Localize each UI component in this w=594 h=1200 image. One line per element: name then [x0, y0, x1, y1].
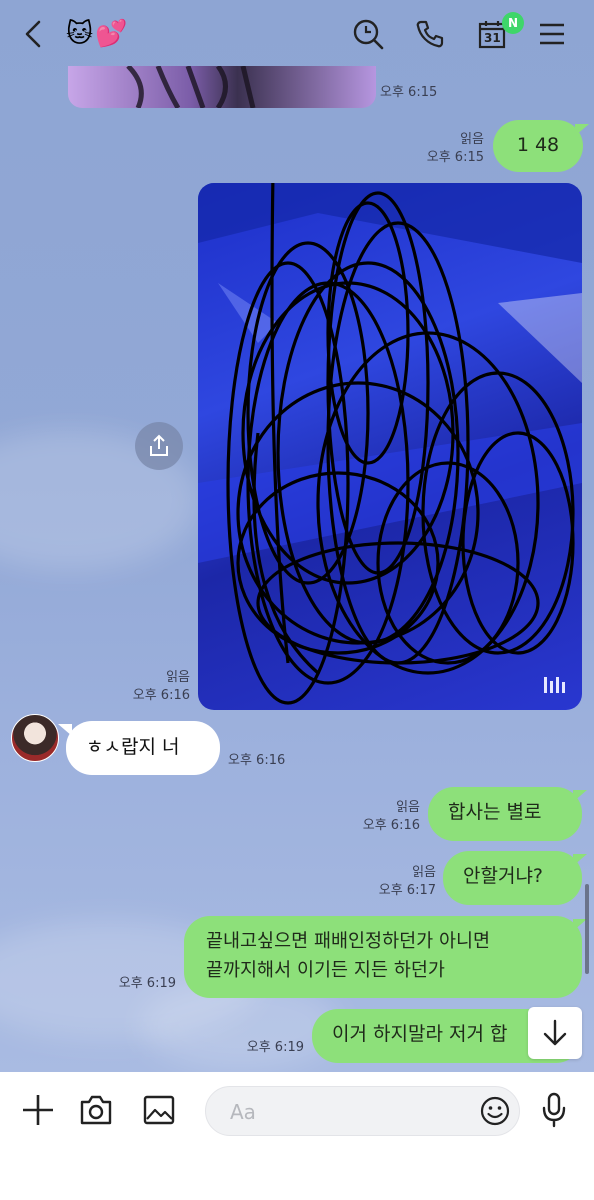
message-bubble[interactable]: ㅎㅅ랍지 너 — [66, 721, 220, 775]
share-icon — [150, 434, 168, 456]
emoji-icon — [480, 1096, 510, 1126]
read-receipt: 읽음 — [412, 865, 436, 880]
message-time: 오후 6:15 — [380, 85, 438, 100]
photo-message[interactable] — [68, 66, 376, 108]
search-button[interactable] — [348, 14, 388, 54]
message-bubble[interactable]: 합사는 별로 — [428, 787, 582, 841]
message-bubble[interactable]: 1 48 — [493, 120, 583, 172]
plus-button[interactable] — [18, 1090, 58, 1130]
back-button[interactable] — [14, 14, 54, 54]
chevron-left-icon — [25, 20, 41, 48]
scrollbar[interactable] — [585, 884, 589, 974]
read-receipt: 읽음 — [166, 670, 190, 685]
message-input-box[interactable] — [205, 1086, 520, 1136]
menu-button[interactable] — [532, 14, 572, 54]
message-time: 오후 6:19 — [246, 1040, 304, 1055]
phone-icon — [416, 20, 444, 48]
plus-icon — [23, 1095, 53, 1125]
arrow-down-icon — [543, 1019, 567, 1046]
emoji-button[interactable] — [479, 1095, 511, 1127]
read-receipt: 읽음 — [396, 800, 420, 815]
camera-icon — [80, 1095, 112, 1125]
avatar[interactable] — [11, 714, 59, 762]
calendar-day: 31 — [484, 31, 501, 45]
menu-icon — [540, 23, 564, 45]
video-bars-icon — [544, 677, 565, 693]
image-icon — [143, 1095, 175, 1125]
image-button[interactable] — [139, 1090, 179, 1130]
message-time: 오후 6:19 — [118, 976, 176, 991]
message-line: 끝까지해서 이기든 지든 하던가 — [206, 960, 445, 981]
message-line: 끝내고싶으면 패배인정하던가 아니면 — [206, 931, 491, 952]
message-time: 오후 6:16 — [228, 753, 286, 768]
chat-header: 🐱 💕 31 N — [0, 0, 594, 66]
message-bubble[interactable]: 안할거냐? — [443, 851, 582, 905]
message-time: 오후 6:15 — [426, 150, 484, 165]
message-time: 오후 6:16 — [132, 688, 190, 703]
hearts-emoji: 💕 — [95, 19, 128, 49]
microphone-button[interactable] — [534, 1090, 574, 1130]
message-time: 오후 6:17 — [378, 883, 436, 898]
message-time: 오후 6:16 — [362, 818, 420, 833]
video-message[interactable] — [198, 183, 582, 710]
read-receipt: 읽음 — [460, 132, 484, 147]
cat-emoji: 🐱 — [66, 19, 94, 49]
microphone-icon — [542, 1092, 566, 1128]
call-button[interactable] — [410, 14, 450, 54]
message-input[interactable] — [228, 1097, 482, 1127]
scroll-to-bottom-button[interactable] — [528, 1007, 582, 1059]
chat-title[interactable]: 🐱 💕 — [66, 14, 127, 54]
search-icon — [353, 19, 384, 50]
message-bubble[interactable]: 끝내고싶으면 패배인정하던가 아니면 끝까지해서 이기든 지든 하던가 — [184, 916, 582, 998]
share-button[interactable] — [135, 422, 183, 470]
new-badge: N — [502, 12, 524, 34]
camera-button[interactable] — [76, 1090, 116, 1130]
